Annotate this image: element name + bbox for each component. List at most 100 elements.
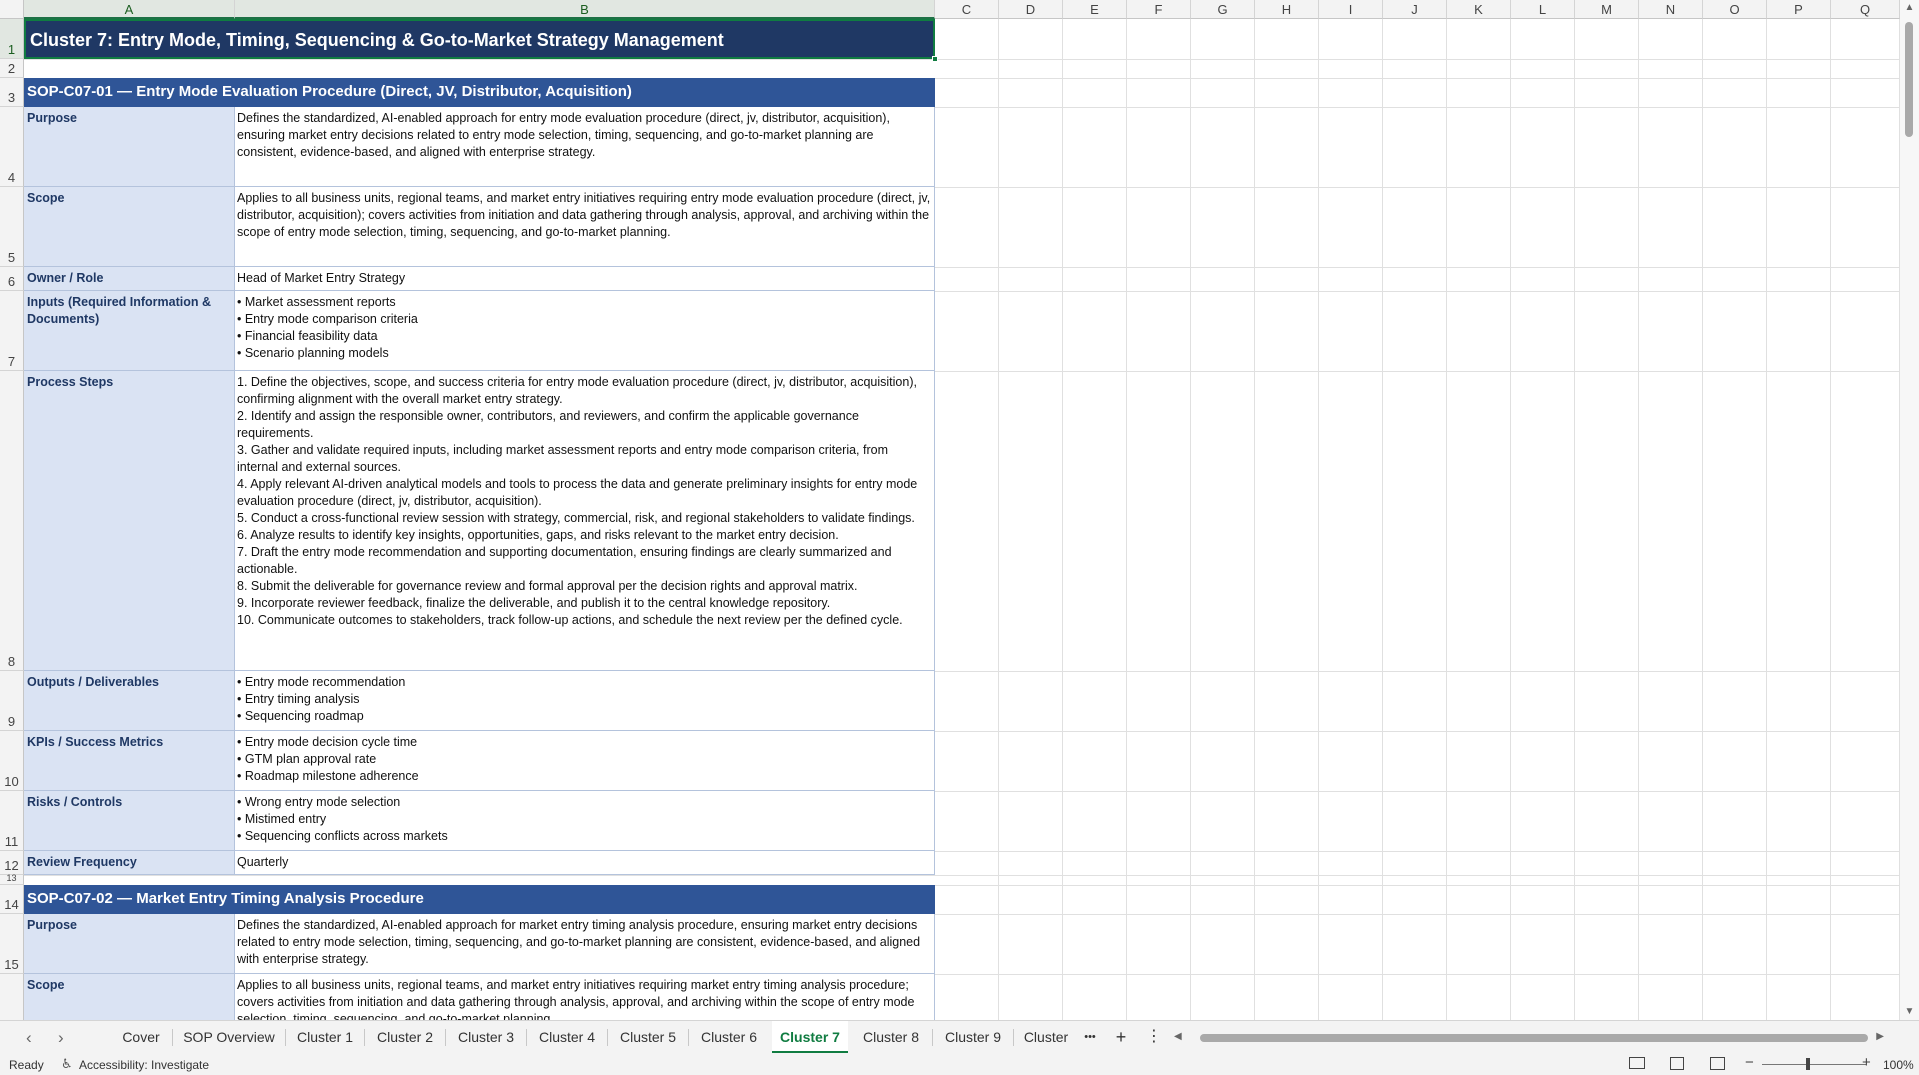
gridline — [1510, 19, 1511, 1020]
tab-cluster-5[interactable]: Cluster 5 — [613, 1021, 683, 1053]
sop1-risks-cell[interactable]: • Wrong entry mode selection • Mistimed … — [235, 791, 935, 851]
scroll-down-icon[interactable]: ▼ — [1900, 1006, 1919, 1017]
row-header[interactable]: 6 — [0, 267, 24, 291]
scroll-left-icon[interactable]: ◀ — [1174, 1031, 1182, 1042]
tab-sop-overview[interactable]: SOP Overview — [176, 1021, 282, 1053]
accessibility-status[interactable]: Accessibility: Investigate — [79, 1058, 209, 1072]
gridline — [1382, 19, 1383, 1020]
column-header-c[interactable]: C — [935, 0, 999, 19]
column-header-g[interactable]: G — [1191, 0, 1255, 19]
sop2-purpose-cell[interactable]: Defines the standardized, AI-enabled app… — [235, 914, 935, 974]
vertical-scroll-thumb[interactable] — [1905, 22, 1913, 137]
column-header-b[interactable]: B — [235, 0, 935, 19]
zoom-in-icon[interactable]: + — [1862, 1054, 1871, 1071]
column-header-k[interactable]: K — [1447, 0, 1511, 19]
zoom-level[interactable]: 100% — [1883, 1058, 1914, 1072]
sop1-inputs-cell[interactable]: • Market assessment reports • Entry mode… — [235, 291, 935, 371]
sop1-inputs-label[interactable]: Inputs (Required Information & Documents… — [24, 291, 235, 371]
tab-cluster-3[interactable]: Cluster 3 — [451, 1021, 521, 1053]
sop1-kpis-label[interactable]: KPIs / Success Metrics — [24, 731, 235, 791]
row-header[interactable]: 4 — [0, 107, 24, 187]
row-header[interactable]: 8 — [0, 371, 24, 671]
page-break-preview-icon[interactable] — [1710, 1057, 1725, 1070]
sop1-purpose-label[interactable]: Purpose — [24, 107, 235, 187]
more-tabs-icon[interactable]: ••• — [1078, 1021, 1102, 1053]
sop1-scope-label[interactable]: Scope — [24, 187, 235, 267]
scroll-right-icon[interactable]: ▶ — [1876, 1031, 1884, 1042]
tab-scroll-right-icon[interactable]: › — [58, 1028, 64, 1048]
sop1-review-label[interactable]: Review Frequency — [24, 851, 235, 875]
column-header-q[interactable]: Q — [1831, 0, 1900, 19]
column-header-a[interactable]: A — [24, 0, 235, 19]
sop2-scope-label[interactable]: Scope — [24, 974, 235, 1020]
column-header-l[interactable]: L — [1511, 0, 1575, 19]
tab-cluster-4[interactable]: Cluster 4 — [532, 1021, 602, 1053]
select-all-corner[interactable] — [0, 0, 24, 19]
sop1-outputs-cell[interactable]: • Entry mode recommendation • Entry timi… — [235, 671, 935, 731]
row-header[interactable]: 16 — [0, 974, 24, 1020]
tab-cluster-1[interactable]: Cluster 1 — [290, 1021, 360, 1053]
sop1-outputs-label[interactable]: Outputs / Deliverables — [24, 671, 235, 731]
sop1-header-cell[interactable]: SOP-C07-01 — Entry Mode Evaluation Proce… — [24, 78, 935, 107]
zoom-out-icon[interactable]: − — [1745, 1054, 1754, 1071]
tab-cluster-2[interactable]: Cluster 2 — [370, 1021, 440, 1053]
sop1-risks-label[interactable]: Risks / Controls — [24, 791, 235, 851]
row-header[interactable]: 9 — [0, 671, 24, 731]
vertical-scrollbar[interactable]: ▲ ▼ — [1900, 0, 1919, 1020]
accessibility-icon[interactable]: ♿ — [61, 1056, 73, 1072]
column-header-j[interactable]: J — [1383, 0, 1447, 19]
tab-cluster-partial[interactable]: Cluster — [1018, 1021, 1074, 1053]
sop2-purpose-label[interactable]: Purpose — [24, 914, 235, 974]
column-header-d[interactable]: D — [999, 0, 1063, 19]
tab-cluster-7[interactable]: Cluster 7 — [772, 1021, 848, 1053]
sheet-title-cell[interactable]: Cluster 7: Entry Mode, Timing, Sequencin… — [24, 19, 935, 59]
fill-handle[interactable] — [932, 56, 938, 62]
tab-cluster-8[interactable]: Cluster 8 — [856, 1021, 926, 1053]
row-header[interactable]: 15 — [0, 914, 24, 974]
row-header[interactable]: 3 — [0, 78, 24, 107]
sop1-review-cell[interactable]: Quarterly — [235, 851, 935, 875]
column-header-i[interactable]: I — [1319, 0, 1383, 19]
sop2-header-cell[interactable]: SOP-C07-02 — Market Entry Timing Analysi… — [24, 885, 935, 914]
column-header-f[interactable]: F — [1127, 0, 1191, 19]
gridline — [1766, 19, 1767, 1020]
normal-view-icon[interactable] — [1629, 1057, 1645, 1069]
column-header-p[interactable]: P — [1767, 0, 1831, 19]
sop1-steps-label[interactable]: Process Steps — [24, 371, 235, 671]
row-header[interactable]: 10 — [0, 731, 24, 791]
add-sheet-icon[interactable]: + — [1110, 1021, 1132, 1053]
sop1-purpose-cell[interactable]: Defines the standardized, AI-enabled app… — [235, 107, 935, 187]
zoom-slider[interactable] — [1762, 1064, 1866, 1065]
tab-cover[interactable]: Cover — [112, 1021, 170, 1053]
sheet-options-icon[interactable]: ⋮ — [1144, 1021, 1164, 1053]
tab-cluster-6[interactable]: Cluster 6 — [694, 1021, 764, 1053]
sop1-steps-cell[interactable]: 1. Define the objectives, scope, and suc… — [235, 371, 935, 671]
horizontal-scrollbar[interactable]: ◀ ▶ — [1174, 1031, 1884, 1042]
row-header[interactable]: 11 — [0, 791, 24, 851]
row-header[interactable]: 7 — [0, 291, 24, 371]
scroll-up-icon[interactable]: ▲ — [1900, 2, 1919, 13]
page-layout-view-icon[interactable] — [1670, 1057, 1684, 1070]
row-header[interactable]: 5 — [0, 187, 24, 267]
column-header-h[interactable]: H — [1255, 0, 1319, 19]
row-header[interactable]: 12 — [0, 851, 24, 875]
tab-cluster-9[interactable]: Cluster 9 — [938, 1021, 1008, 1053]
column-header-n[interactable]: N — [1639, 0, 1703, 19]
row-header[interactable]: 13 — [0, 873, 24, 885]
spreadsheet-grid[interactable]: A B C D E F G H I J K L M N O P Q 1 2 3 … — [0, 0, 1900, 1020]
row-header[interactable]: 14 — [0, 885, 24, 914]
column-header-m[interactable]: M — [1575, 0, 1639, 19]
tab-scroll-left-icon[interactable]: ‹ — [26, 1028, 32, 1048]
column-header-o[interactable]: O — [1703, 0, 1767, 19]
sop1-kpis-cell[interactable]: • Entry mode decision cycle time • GTM p… — [235, 731, 935, 791]
zoom-slider-thumb[interactable] — [1806, 1058, 1810, 1070]
sop1-owner-cell[interactable]: Head of Market Entry Strategy — [235, 267, 935, 291]
row-header[interactable]: 2 — [0, 59, 24, 78]
column-header-e[interactable]: E — [1063, 0, 1127, 19]
sop1-scope-cell[interactable]: Applies to all business units, regional … — [235, 187, 935, 267]
sop2-scope-cell[interactable]: Applies to all business units, regional … — [235, 974, 935, 1020]
horizontal-scroll-thumb[interactable] — [1200, 1034, 1868, 1042]
row-header[interactable]: 1 — [0, 19, 24, 59]
horizontal-scroll-track[interactable] — [1186, 1033, 1872, 1042]
sop1-owner-label[interactable]: Owner / Role — [24, 267, 235, 291]
